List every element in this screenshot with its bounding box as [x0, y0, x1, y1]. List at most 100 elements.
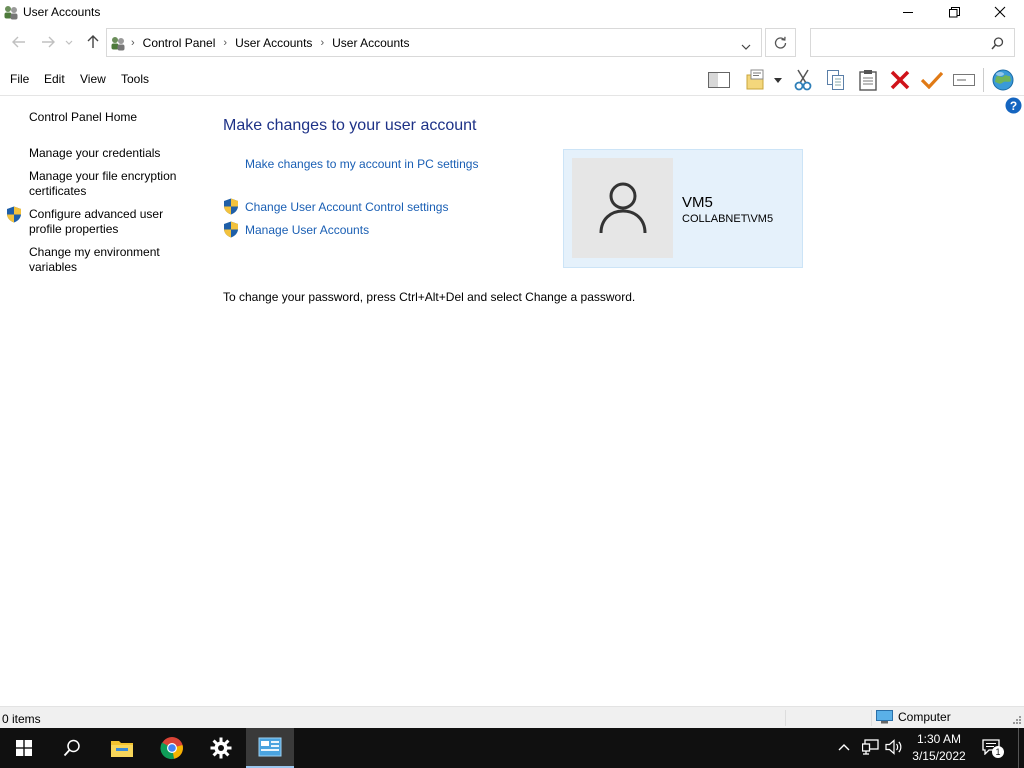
user-name: VM5 — [682, 194, 713, 211]
breadcrumb-control-panel[interactable]: Control Panel — [143, 36, 216, 50]
folder-options-icon — [746, 69, 764, 90]
show-desktop-button[interactable] — [1018, 728, 1024, 768]
caret-down-icon — [774, 77, 782, 83]
help-icon: ? — [1005, 97, 1022, 114]
menu-view[interactable]: View — [80, 72, 106, 86]
status-bar: 0 items Computer — [0, 706, 1024, 728]
copy-icon — [827, 70, 844, 90]
minimize-icon — [902, 11, 913, 13]
breadcrumb-user-accounts[interactable]: User Accounts — [235, 36, 312, 50]
uac-settings-link[interactable]: Change User Account Control settings — [245, 200, 448, 214]
navigation-row: › Control Panel › User Accounts › User A… — [0, 28, 1024, 58]
left-nav-pane: Control Panel Home Manage your credentia… — [0, 97, 200, 697]
chevron-up-icon — [838, 744, 850, 751]
minimize-button[interactable] — [885, 0, 931, 24]
manage-credentials-link[interactable]: Manage your credentials — [29, 146, 194, 161]
help-button[interactable]: ? — [1005, 97, 1022, 114]
user-domain: COLLABNET\VM5 — [682, 213, 774, 225]
back-arrow-icon — [12, 36, 25, 48]
search-input[interactable] — [815, 33, 985, 53]
file-explorer-taskbar-button[interactable] — [98, 728, 146, 768]
file-encryption-link[interactable]: Manage your file encryption certificates — [29, 169, 189, 199]
title-bar: User Accounts — [0, 0, 1024, 24]
action-center-button[interactable]: 1 — [982, 738, 1006, 758]
search-box[interactable] — [810, 28, 1015, 57]
delete-icon — [890, 70, 910, 90]
menu-tools[interactable]: Tools — [121, 72, 149, 86]
restore-button[interactable] — [931, 0, 977, 24]
taskbar-clock[interactable]: 1:30 AM 3/15/2022 — [904, 731, 974, 765]
refresh-button[interactable] — [765, 28, 796, 57]
status-divider — [871, 710, 872, 726]
network-tray-button[interactable] — [861, 739, 880, 758]
gear-icon — [210, 737, 232, 759]
shield-icon — [7, 206, 21, 223]
show-hidden-icons-button[interactable] — [838, 740, 850, 754]
chevron-down-icon — [741, 44, 751, 50]
forward-button[interactable] — [37, 31, 59, 53]
paste-button[interactable] — [856, 68, 880, 92]
chrome-icon — [160, 737, 183, 760]
pc-settings-link[interactable]: Make changes to my account in PC setting… — [245, 157, 478, 171]
rename-icon — [953, 74, 975, 86]
clock-date: 3/15/2022 — [912, 749, 966, 763]
volume-tray-button[interactable] — [885, 739, 903, 758]
address-dropdown-button[interactable] — [741, 39, 751, 53]
windows-logo-icon — [16, 740, 32, 756]
network-icon — [861, 739, 879, 755]
chrome-taskbar-button[interactable] — [148, 728, 196, 768]
breadcrumb: › Control Panel › User Accounts › User A… — [131, 36, 409, 50]
settings-taskbar-button[interactable] — [197, 728, 245, 768]
menu-file[interactable]: File — [10, 72, 29, 86]
control-panel-icon — [111, 37, 125, 51]
resize-grip-icon[interactable] — [1012, 715, 1022, 725]
menu-edit[interactable]: Edit — [44, 72, 65, 86]
up-button[interactable] — [82, 31, 104, 53]
globe-icon — [992, 69, 1014, 91]
environment-variables-link[interactable]: Change my environment variables — [29, 245, 179, 275]
password-instruction: To change your password, press Ctrl+Alt+… — [223, 290, 636, 304]
search-icon — [63, 739, 80, 757]
back-button[interactable] — [8, 31, 30, 53]
taskbar-search-button[interactable] — [48, 728, 96, 768]
breadcrumb-separator-icon: › — [223, 37, 228, 49]
layout-pane-icon — [708, 72, 730, 88]
paste-icon — [859, 70, 877, 91]
notification-count-badge: 1 — [992, 746, 1004, 758]
computer-icon — [876, 710, 893, 724]
breadcrumb-separator-icon: › — [320, 37, 325, 49]
properties-button[interactable] — [920, 68, 944, 92]
folder-options-dropdown[interactable] — [771, 68, 785, 92]
recent-locations-button[interactable] — [62, 31, 76, 53]
close-icon — [994, 6, 1006, 18]
advanced-profile-link[interactable]: Configure advanced user profile properti… — [29, 207, 179, 237]
restore-icon — [948, 6, 960, 17]
layout-pane-button[interactable] — [707, 68, 731, 92]
cut-icon — [794, 69, 812, 91]
delete-button[interactable] — [888, 68, 912, 92]
control-panel-icon — [258, 737, 282, 757]
address-bar[interactable]: › Control Panel › User Accounts › User A… — [106, 28, 762, 57]
menu-bar: File Edit View Tools — [0, 64, 1024, 96]
search-icon — [991, 37, 1004, 50]
start-button[interactable] — [0, 728, 48, 768]
user-account-card[interactable]: VM5 COLLABNET\VM5 — [563, 149, 803, 268]
folder-options-button[interactable] — [744, 68, 768, 92]
status-location-label: Computer — [898, 710, 951, 724]
status-location: Computer — [876, 710, 951, 724]
speaker-icon — [885, 739, 902, 755]
copy-button[interactable] — [824, 68, 848, 92]
rename-button[interactable] — [952, 68, 976, 92]
shield-icon — [224, 221, 238, 238]
up-arrow-icon — [87, 35, 99, 48]
taskbar: 1:30 AM 3/15/2022 1 — [0, 728, 1024, 768]
control-panel-taskbar-button[interactable] — [246, 728, 294, 768]
breadcrumb-separator-icon: › — [131, 37, 135, 49]
breadcrumb-user-accounts-current[interactable]: User Accounts — [332, 36, 409, 50]
globe-button[interactable] — [991, 68, 1015, 92]
control-panel-home-link[interactable]: Control Panel Home — [29, 110, 194, 125]
manage-user-accounts-link[interactable]: Manage User Accounts — [245, 223, 369, 237]
cut-button[interactable] — [791, 68, 815, 92]
close-button[interactable] — [977, 0, 1023, 24]
svg-text:?: ? — [1010, 99, 1017, 113]
